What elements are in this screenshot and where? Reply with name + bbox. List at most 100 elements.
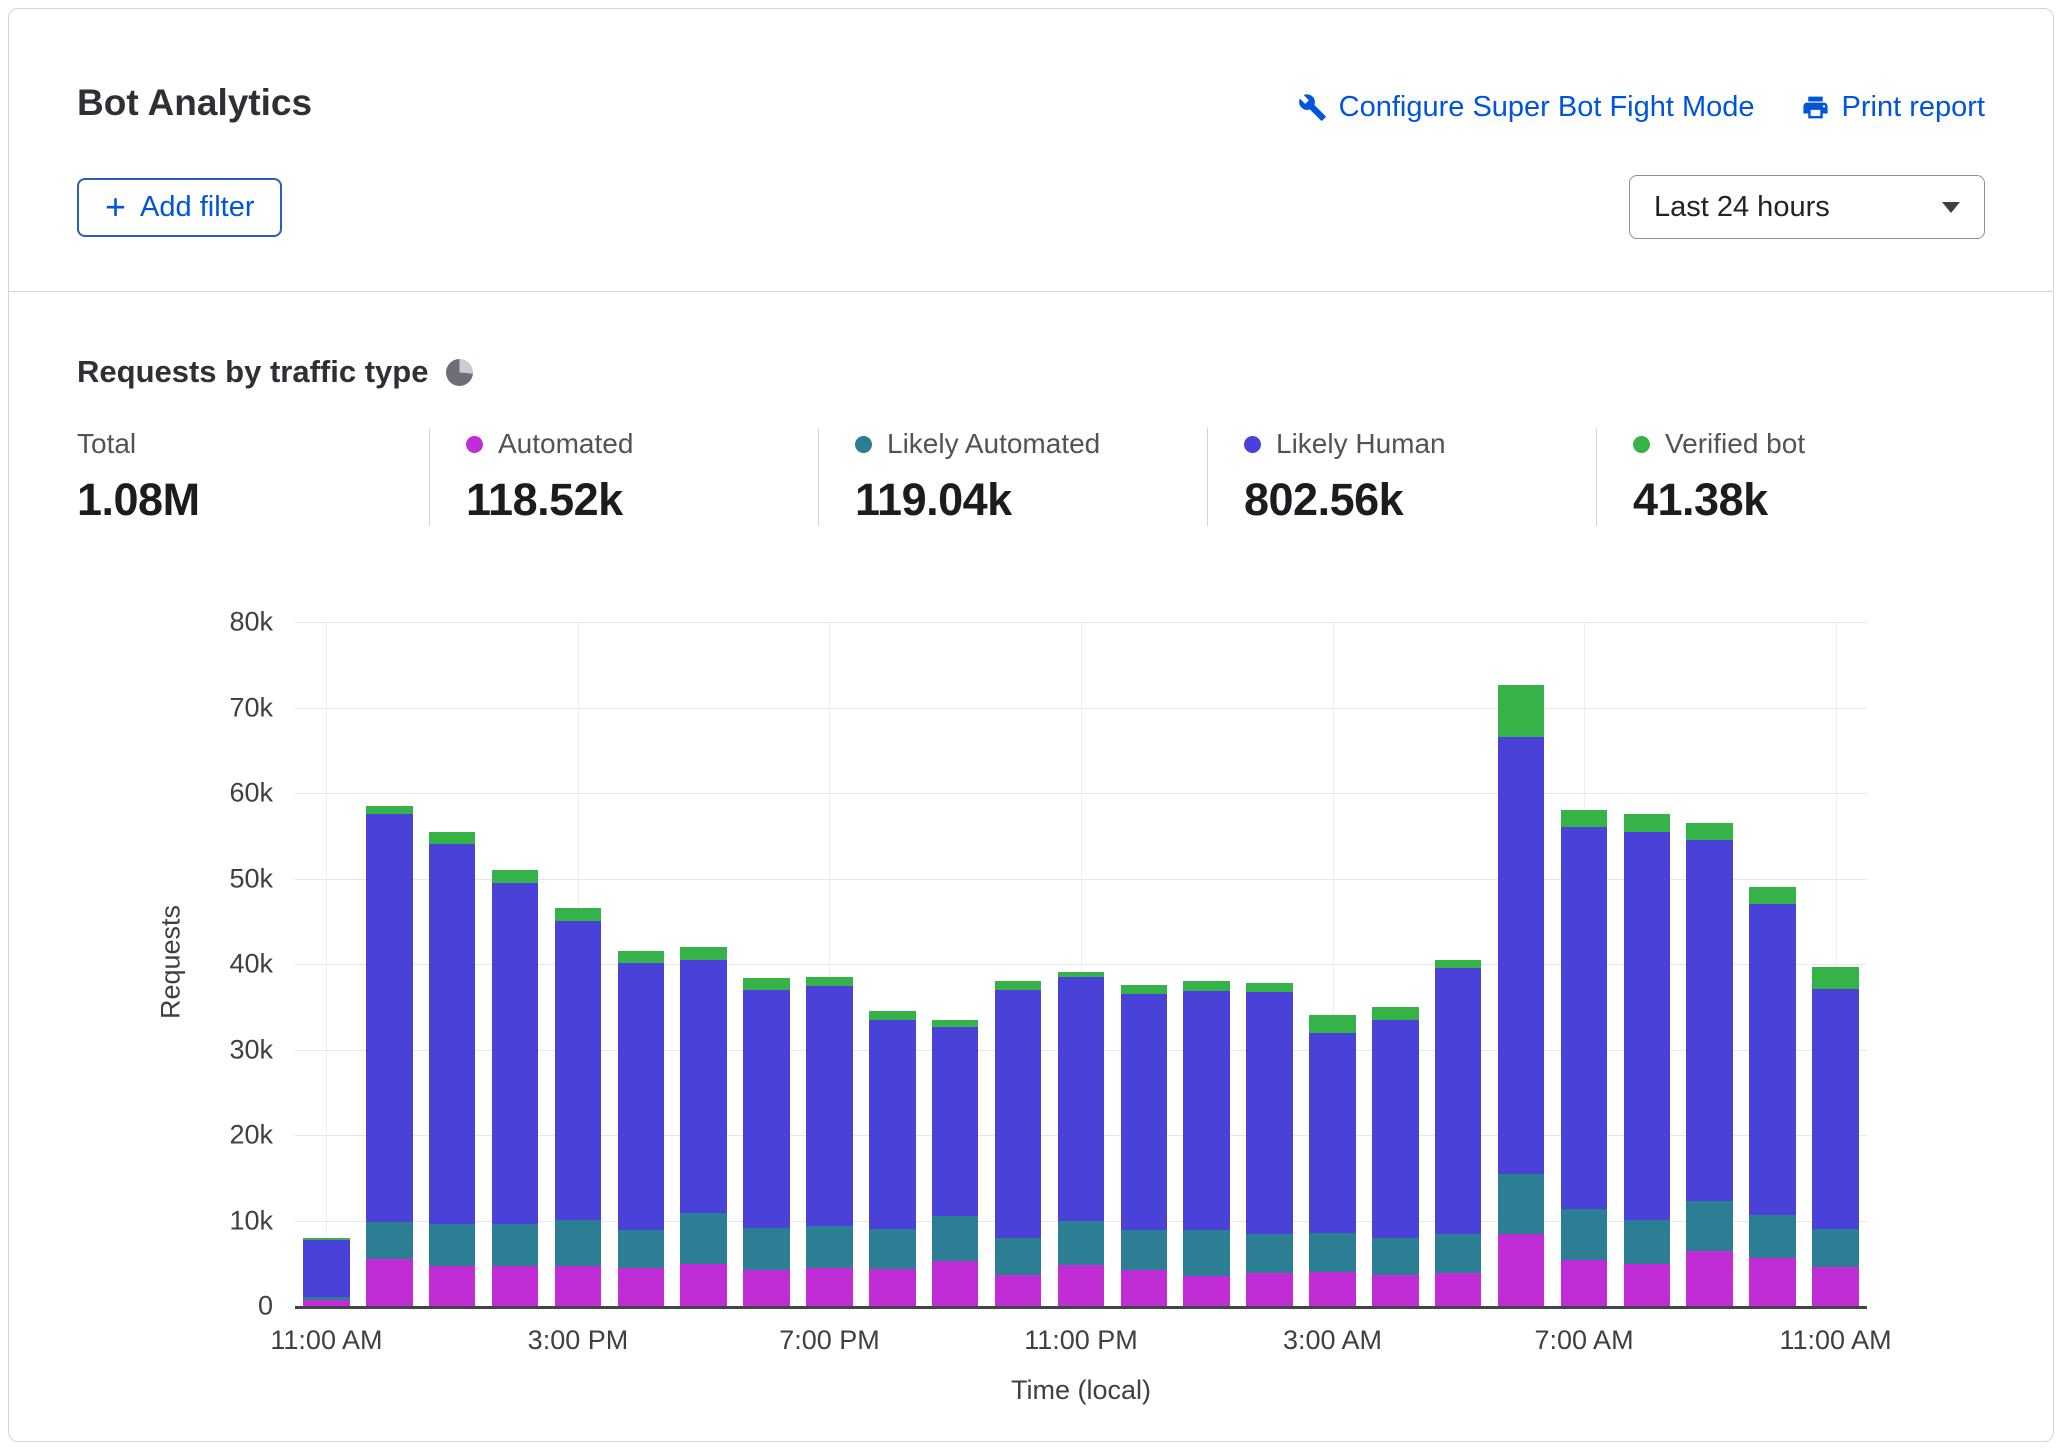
bar-segment-verified-bot[interactable] (1121, 985, 1168, 994)
bar-0-11-00-am[interactable] (295, 622, 358, 1306)
bar-segment-likely-human[interactable] (618, 963, 665, 1230)
bar-17-4-00-am[interactable] (1364, 622, 1427, 1306)
bar-segment-likely-automated[interactable] (1372, 1238, 1419, 1276)
bar-segment-likely-human[interactable] (995, 990, 1042, 1238)
bar-segment-automated[interactable] (492, 1266, 539, 1306)
bar-segment-likely-human[interactable] (303, 1240, 350, 1296)
bar-segment-automated[interactable] (1812, 1267, 1859, 1306)
bar-segment-likely-human[interactable] (680, 960, 727, 1213)
bar-2-1-00-pm[interactable] (421, 622, 484, 1306)
bar-segment-likely-human[interactable] (1561, 827, 1608, 1209)
configure-super-bot-fight-mode-link[interactable]: Configure Super Bot Fight Mode (1298, 91, 1755, 124)
bar-segment-automated[interactable] (303, 1300, 350, 1306)
bar-segment-automated[interactable] (1686, 1251, 1733, 1306)
bar-19-6-00-am[interactable] (1490, 622, 1553, 1306)
bar-segment-verified-bot[interactable] (1309, 1015, 1356, 1033)
bar-segment-likely-human[interactable] (743, 990, 790, 1229)
bar-segment-likely-automated[interactable] (869, 1229, 916, 1269)
bar-segment-likely-automated[interactable] (806, 1226, 853, 1268)
bar-segment-verified-bot[interactable] (1561, 810, 1608, 827)
bar-segment-likely-human[interactable] (1498, 737, 1545, 1175)
bar-segment-likely-automated[interactable] (618, 1230, 665, 1268)
bar-segment-likely-automated[interactable] (995, 1238, 1042, 1276)
bar-14-1-00-am[interactable] (1175, 622, 1238, 1306)
bar-1-12-00-pm[interactable] (358, 622, 421, 1306)
bar-9-8-00-pm[interactable] (861, 622, 924, 1306)
bar-segment-likely-automated[interactable] (555, 1220, 602, 1266)
bar-segment-verified-bot[interactable] (366, 806, 413, 815)
bar-segment-likely-human[interactable] (429, 844, 476, 1224)
bar-segment-verified-bot[interactable] (1686, 823, 1733, 840)
bar-segment-verified-bot[interactable] (492, 870, 539, 883)
bar-segment-likely-human[interactable] (366, 814, 413, 1222)
bar-segment-verified-bot[interactable] (1435, 960, 1482, 969)
bar-segment-likely-automated[interactable] (932, 1216, 979, 1260)
bar-segment-likely-human[interactable] (932, 1027, 979, 1216)
bar-segment-likely-human[interactable] (806, 986, 853, 1225)
bar-23-10-00-am[interactable] (1741, 622, 1804, 1306)
bar-segment-likely-automated[interactable] (429, 1224, 476, 1266)
bar-segment-verified-bot[interactable] (995, 981, 1042, 990)
bar-18-5-00-am[interactable] (1427, 622, 1490, 1306)
bar-segment-automated[interactable] (618, 1268, 665, 1306)
bar-segment-verified-bot[interactable] (743, 978, 790, 990)
bar-segment-likely-automated[interactable] (1183, 1230, 1230, 1276)
bar-12-11-00-pm[interactable] (1050, 622, 1113, 1306)
bar-segment-likely-human[interactable] (1624, 832, 1671, 1220)
bar-segment-likely-automated[interactable] (1624, 1220, 1671, 1264)
bar-segment-automated[interactable] (1372, 1275, 1419, 1306)
bar-segment-likely-human[interactable] (869, 1020, 916, 1229)
bar-7-6-00-pm[interactable] (735, 622, 798, 1306)
bar-segment-likely-human[interactable] (1309, 1033, 1356, 1233)
bar-segment-automated[interactable] (680, 1264, 727, 1306)
bar-segment-likely-automated[interactable] (743, 1228, 790, 1270)
bar-segment-automated[interactable] (1561, 1260, 1608, 1306)
bar-segment-automated[interactable] (743, 1270, 790, 1306)
bar-segment-automated[interactable] (1246, 1273, 1293, 1306)
bar-segment-likely-human[interactable] (1121, 994, 1168, 1230)
bar-segment-likely-human[interactable] (1686, 840, 1733, 1201)
bar-5-4-00-pm[interactable] (609, 622, 672, 1306)
bar-segment-automated[interactable] (995, 1275, 1042, 1306)
bar-segment-verified-bot[interactable] (1246, 983, 1293, 992)
bar-segment-likely-human[interactable] (492, 883, 539, 1224)
bar-segment-likely-human[interactable] (1372, 1020, 1419, 1238)
bar-segment-automated[interactable] (1309, 1272, 1356, 1306)
bar-segment-likely-automated[interactable] (1435, 1234, 1482, 1272)
bar-segment-likely-human[interactable] (1812, 989, 1859, 1229)
bar-segment-likely-automated[interactable] (1686, 1201, 1733, 1251)
bar-3-2-00-pm[interactable] (484, 622, 547, 1306)
bar-segment-automated[interactable] (366, 1259, 413, 1306)
bar-segment-verified-bot[interactable] (1749, 887, 1796, 904)
bar-segment-automated[interactable] (1058, 1265, 1105, 1306)
bar-segment-likely-automated[interactable] (1561, 1209, 1608, 1259)
bar-segment-verified-bot[interactable] (1183, 981, 1230, 990)
bar-segment-likely-automated[interactable] (1498, 1174, 1545, 1234)
bar-6-5-00-pm[interactable] (672, 622, 735, 1306)
bar-segment-automated[interactable] (1435, 1273, 1482, 1306)
bar-4-3-00-pm[interactable] (547, 622, 610, 1306)
bar-segment-automated[interactable] (932, 1261, 979, 1306)
bar-8-7-00-pm[interactable] (798, 622, 861, 1306)
bar-segment-automated[interactable] (1121, 1270, 1168, 1306)
bar-segment-likely-automated[interactable] (1812, 1229, 1859, 1267)
bar-segment-likely-human[interactable] (1246, 992, 1293, 1234)
bar-segment-verified-bot[interactable] (429, 832, 476, 845)
bar-segment-automated[interactable] (1183, 1276, 1230, 1306)
bar-segment-automated[interactable] (555, 1266, 602, 1306)
bar-segment-automated[interactable] (1498, 1234, 1545, 1306)
add-filter-button[interactable]: + Add filter (77, 178, 282, 237)
time-range-select[interactable]: Last 24 hours (1629, 175, 1985, 239)
bar-13-12-00-am[interactable] (1112, 622, 1175, 1306)
bar-21-8-00-am[interactable] (1615, 622, 1678, 1306)
bar-24-11-00-am[interactable] (1804, 622, 1867, 1306)
bar-segment-verified-bot[interactable] (869, 1011, 916, 1020)
bar-segment-likely-automated[interactable] (1309, 1233, 1356, 1271)
bar-segment-likely-human[interactable] (1435, 968, 1482, 1234)
bar-segment-verified-bot[interactable] (1498, 685, 1545, 736)
bar-segment-automated[interactable] (1624, 1264, 1671, 1306)
bar-segment-automated[interactable] (869, 1269, 916, 1306)
bar-segment-likely-automated[interactable] (1121, 1230, 1168, 1270)
bar-segment-likely-automated[interactable] (1058, 1221, 1105, 1265)
bar-segment-verified-bot[interactable] (680, 947, 727, 960)
